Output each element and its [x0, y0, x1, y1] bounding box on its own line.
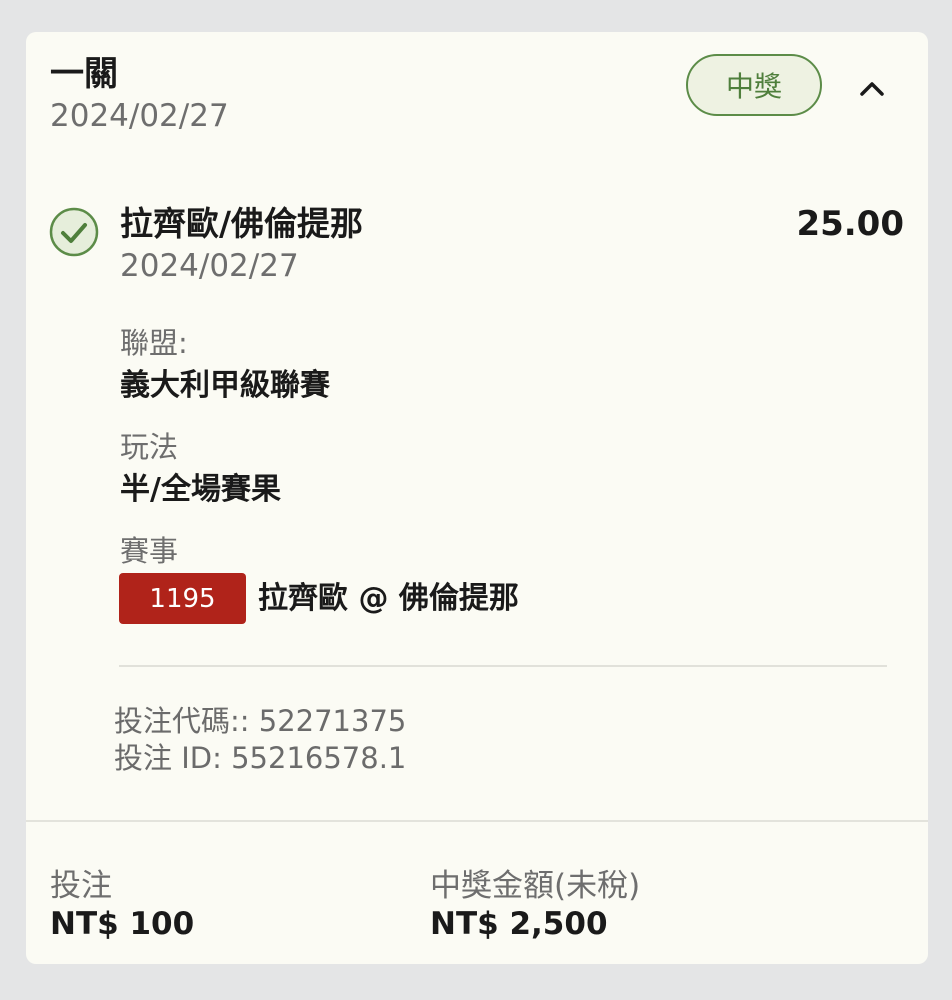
payout-label: 中獎金額(未稅): [430, 868, 641, 904]
odds-value: 25.00: [796, 204, 904, 244]
stake-value: NT$ 100: [50, 906, 195, 942]
selection-title: 拉齊歐/佛倫提那: [120, 204, 364, 243]
payout-value: NT$ 2,500: [430, 906, 608, 942]
event-code-badge: 1195: [119, 573, 246, 624]
bet-type-label: 玩法: [120, 430, 179, 464]
league-value: 義大利甲級聯賽: [120, 368, 330, 403]
selection-date: 2024/02/27: [120, 248, 299, 284]
bet-type-value: 半/全場賽果: [120, 472, 281, 507]
bet-id: 投注 ID: 55216578.1: [114, 741, 407, 775]
bet-code: 投注代碼:: 52271375: [114, 704, 407, 738]
status-badge: 中獎: [686, 54, 822, 116]
collapse-button[interactable]: [850, 68, 894, 108]
bet-date: 2024/02/27: [50, 98, 229, 134]
check-circle-icon: [49, 207, 99, 257]
divider: [119, 665, 887, 667]
bet-card: 一關 2024/02/27 中獎 拉齊歐/佛倫提那 25.00 2024/02/…: [26, 32, 928, 964]
bet-type-title: 一關: [50, 54, 118, 94]
footer-divider: [26, 820, 928, 822]
chevron-up-icon: [860, 82, 884, 96]
league-label: 聯盟:: [120, 326, 188, 360]
stake-label: 投注: [50, 868, 112, 904]
event-label: 賽事: [120, 534, 179, 568]
event-name: 拉齊歐 @ 佛倫提那: [258, 581, 519, 616]
